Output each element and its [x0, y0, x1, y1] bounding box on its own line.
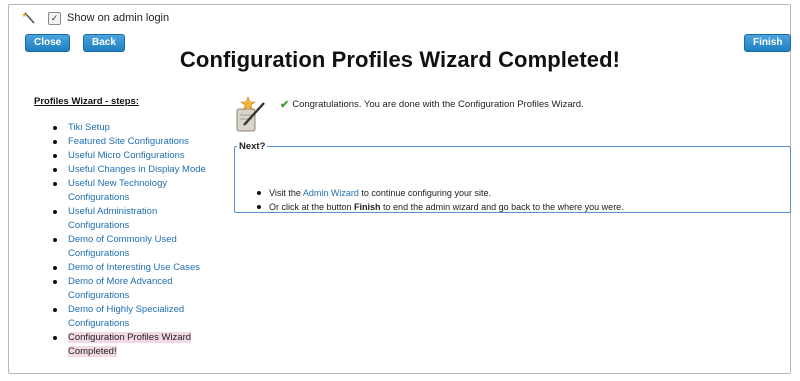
sidebar: Profiles Wizard - steps: Tiki Setup Feat… [34, 96, 214, 359]
step-item[interactable]: Useful Micro Configurations [34, 149, 214, 163]
congrats-text: Congratulations. You are done with the C… [292, 99, 584, 110]
next-list: Visit the Admin Wizard to continue confi… [257, 186, 624, 214]
next-fieldset: Next? Visit the Admin Wizard to continue… [234, 141, 791, 213]
wizard-hat-icon [236, 96, 265, 132]
step-item[interactable]: Tiki Setup [34, 121, 214, 135]
step-item[interactable]: Demo of Interesting Use Cases [34, 261, 214, 275]
step-item[interactable]: Demo of Highly Specialized Configuration… [34, 303, 214, 331]
steps-list: Tiki Setup Featured Site Configurations … [34, 121, 214, 359]
step-item[interactable]: Demo of Commonly Used Configurations [34, 233, 214, 261]
sidebar-title: Profiles Wizard - steps: [34, 96, 139, 107]
topbar: ✓ Show on admin login [22, 11, 169, 25]
show-on-login-checkbox[interactable]: ✓ [48, 11, 61, 25]
step-item[interactable]: Useful Changes in Display Mode [34, 163, 214, 177]
step-item[interactable]: Featured Site Configurations [34, 135, 214, 149]
step-item[interactable]: Demo of More Advanced Configurations [34, 275, 214, 303]
next-item-finish: Or click at the button Finish to end the… [257, 200, 624, 214]
step-item[interactable]: Useful Administration Configurations [34, 205, 214, 233]
congrats-message: ✔ Congratulations. You are done with the… [280, 98, 584, 111]
next-item-admin-wizard: Visit the Admin Wizard to continue confi… [257, 186, 624, 200]
next-legend: Next? [239, 141, 266, 152]
step-item-current: Configuration Profiles Wizard Completed! [34, 331, 214, 359]
page-title: Configuration Profiles Wizard Completed! [179, 47, 621, 72]
show-on-login-label: Show on admin login [67, 12, 170, 24]
magic-wand-icon [22, 12, 35, 24]
step-item[interactable]: Useful New Technology Configurations [34, 177, 214, 205]
admin-wizard-link[interactable]: Admin Wizard [303, 188, 359, 198]
checkmark-icon: ✔ [280, 99, 290, 111]
